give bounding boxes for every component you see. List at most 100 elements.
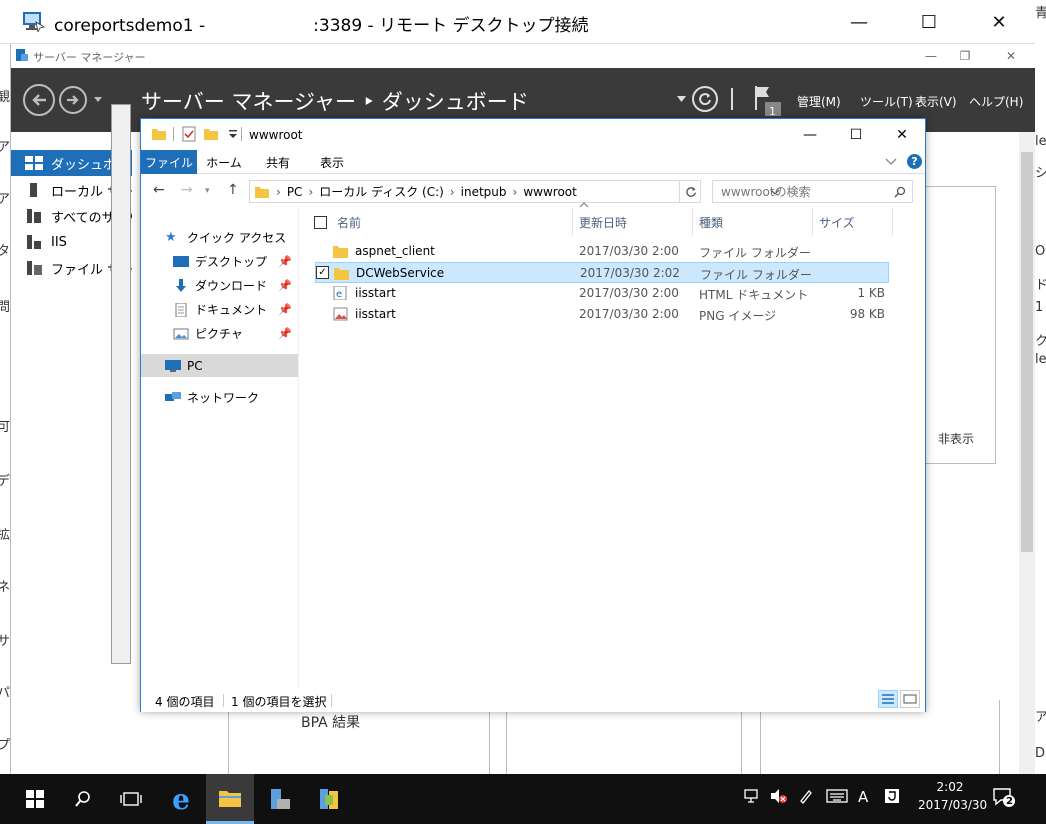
server-manager-taskbar-button[interactable] bbox=[256, 774, 304, 824]
list-item[interactable]: aspnet_client 2017/03/30 2:00 ファイル フォルダー bbox=[315, 241, 889, 262]
explorer-maximize-button[interactable]: ☐ bbox=[833, 119, 879, 150]
details-view-button[interactable] bbox=[878, 690, 898, 708]
selected-count: 1 個の項目を選択 bbox=[231, 695, 327, 709]
list-item[interactable]: e iisstart 2017/03/30 2:00 HTML ドキュメント 1… bbox=[315, 283, 889, 304]
tab-share[interactable]: 共有 bbox=[253, 150, 303, 174]
menu-help[interactable]: ヘルプ(H) bbox=[969, 93, 1023, 110]
address-refresh-button[interactable] bbox=[679, 180, 701, 203]
menu-tools[interactable]: ツール(T) bbox=[860, 93, 913, 110]
file-explorer-taskbar-button[interactable] bbox=[206, 774, 254, 824]
chevron-down-icon[interactable] bbox=[93, 96, 103, 104]
tab-home[interactable]: ホーム bbox=[199, 150, 249, 174]
pin-icon: 📌 bbox=[278, 279, 292, 292]
bpa-results-label: BPA 結果 bbox=[301, 715, 361, 731]
ime-pad-icon[interactable] bbox=[884, 788, 900, 804]
notification-flag-icon[interactable] bbox=[753, 84, 783, 116]
pen-tray-icon[interactable] bbox=[798, 788, 814, 804]
nav-pc[interactable]: PC bbox=[141, 354, 298, 377]
internet-explorer-button[interactable]: e bbox=[157, 774, 205, 824]
row-checkbox-checked[interactable]: ✓ bbox=[316, 266, 329, 279]
file-services-icon bbox=[27, 261, 42, 275]
iis-manager-icon bbox=[320, 789, 338, 809]
task-view-icon bbox=[120, 792, 142, 806]
rdp-minimize-button[interactable]: — bbox=[824, 0, 894, 44]
customize-toolbar-icon[interactable] bbox=[225, 126, 241, 142]
download-arrow-icon bbox=[176, 278, 186, 292]
list-item-selected[interactable]: ✓ DCWebService 2017/03/30 2:02 ファイル フォルダ… bbox=[315, 262, 889, 283]
server-manager-scrollbar[interactable] bbox=[1019, 132, 1035, 774]
document-icon bbox=[175, 302, 187, 317]
hide-link[interactable]: 非表示 bbox=[938, 430, 974, 447]
forward-button[interactable] bbox=[59, 86, 87, 114]
rdp-close-button[interactable]: ✕ bbox=[964, 0, 1034, 44]
column-header-type[interactable]: 種類 bbox=[693, 208, 813, 236]
arrow-left-icon bbox=[32, 94, 46, 106]
breadcrumb-local-disk[interactable]: ローカル ディスク (C:) bbox=[319, 183, 444, 200]
properties-icon[interactable] bbox=[181, 126, 197, 142]
ime-mode-indicator[interactable]: A bbox=[858, 788, 868, 806]
iis-manager-taskbar-button[interactable] bbox=[305, 774, 353, 824]
dropdown-chevron-icon[interactable] bbox=[677, 96, 686, 103]
new-folder-icon[interactable] bbox=[203, 126, 219, 142]
nav-pictures[interactable]: ピクチャ 📌 bbox=[141, 322, 298, 345]
large-icons-view-button[interactable] bbox=[900, 690, 920, 708]
nav-downloads[interactable]: ダウンロード 📌 bbox=[141, 274, 298, 297]
sm-restore-button[interactable]: ❐ bbox=[947, 44, 983, 68]
nav-documents[interactable]: ドキュメント 📌 bbox=[141, 298, 298, 321]
arrow-right-icon bbox=[67, 95, 79, 105]
folder-icon bbox=[152, 129, 166, 140]
start-button[interactable] bbox=[11, 774, 59, 824]
explorer-title-bar: wwwroot — ☐ ✕ bbox=[141, 119, 925, 150]
search-input[interactable]: wwwrootの検索 bbox=[721, 183, 811, 200]
back-button[interactable] bbox=[23, 84, 55, 116]
network-tray-icon[interactable] bbox=[744, 788, 762, 804]
server-manager-icon bbox=[271, 789, 290, 809]
background-window-fragment bbox=[111, 104, 131, 664]
nav-desktop[interactable]: デスクトップ 📌 bbox=[141, 250, 298, 273]
expand-ribbon-chevron-icon[interactable] bbox=[885, 158, 897, 166]
refresh-button[interactable] bbox=[692, 86, 718, 112]
select-all-checkbox[interactable] bbox=[314, 216, 327, 229]
volume-muted-icon[interactable] bbox=[770, 788, 788, 804]
windows-logo-icon bbox=[26, 790, 44, 808]
file-date: 2017/03/30 2:00 bbox=[579, 307, 679, 321]
recent-locations-chevron-icon[interactable]: ▾ bbox=[205, 186, 210, 196]
column-header-size[interactable]: サイズ bbox=[813, 208, 893, 236]
sm-close-button[interactable]: ✕ bbox=[993, 44, 1029, 68]
breadcrumb-inetpub[interactable]: inetpub bbox=[461, 185, 507, 199]
breadcrumb-wwwroot[interactable]: wwwroot bbox=[523, 185, 577, 199]
network-icon bbox=[165, 391, 181, 401]
tab-file[interactable]: ファイル bbox=[141, 150, 197, 174]
menu-view[interactable]: 表示(V) bbox=[915, 93, 957, 110]
notification-count: 2 bbox=[1006, 796, 1013, 807]
refresh-icon bbox=[685, 186, 696, 197]
scrollbar-thumb[interactable] bbox=[1021, 152, 1033, 552]
forward-arrow-icon[interactable]: → bbox=[181, 182, 193, 198]
dashboard-tile-right bbox=[920, 186, 996, 464]
up-arrow-icon[interactable]: ↑ bbox=[227, 182, 239, 198]
address-bar[interactable]: › PC › ローカル ディスク (C:) › inetpub › wwwroo… bbox=[249, 180, 780, 203]
tab-view[interactable]: 表示 bbox=[307, 150, 357, 174]
sm-minimize-button[interactable]: — bbox=[913, 44, 949, 68]
back-arrow-icon[interactable]: ← bbox=[153, 182, 165, 198]
menu-manage[interactable]: 管理(M) bbox=[797, 93, 841, 110]
nav-quick-access[interactable]: ★ クイック アクセス bbox=[141, 226, 298, 249]
column-header-name[interactable]: 名前 bbox=[331, 208, 573, 236]
column-header-date-modified[interactable]: 更新日時 bbox=[573, 208, 693, 236]
touch-keyboard-icon[interactable] bbox=[826, 788, 848, 804]
breadcrumb-pc[interactable]: PC bbox=[287, 185, 303, 199]
list-item[interactable]: iisstart 2017/03/30 2:00 PNG イメージ 98 KB bbox=[315, 304, 889, 325]
explorer-minimize-button[interactable]: — bbox=[787, 119, 833, 150]
nav-network[interactable]: ネットワーク bbox=[141, 386, 298, 409]
explorer-close-button[interactable]: ✕ bbox=[879, 119, 925, 150]
help-icon[interactable]: ? bbox=[907, 154, 922, 169]
clock[interactable]: 2:02 2017/03/30 bbox=[918, 778, 987, 814]
search-button[interactable] bbox=[59, 774, 107, 824]
search-box[interactable]: wwwrootの検索 bbox=[712, 180, 913, 203]
search-icon bbox=[894, 186, 906, 198]
file-name: iisstart bbox=[355, 286, 396, 300]
rdp-maximize-button[interactable]: ☐ bbox=[894, 0, 964, 44]
task-view-button[interactable] bbox=[107, 774, 155, 824]
search-icon bbox=[75, 791, 90, 807]
navigation-pane: ★ クイック アクセス デスクトップ 📌 ダウンロード 📌 ドキュメント 📌 ピ… bbox=[141, 208, 299, 688]
